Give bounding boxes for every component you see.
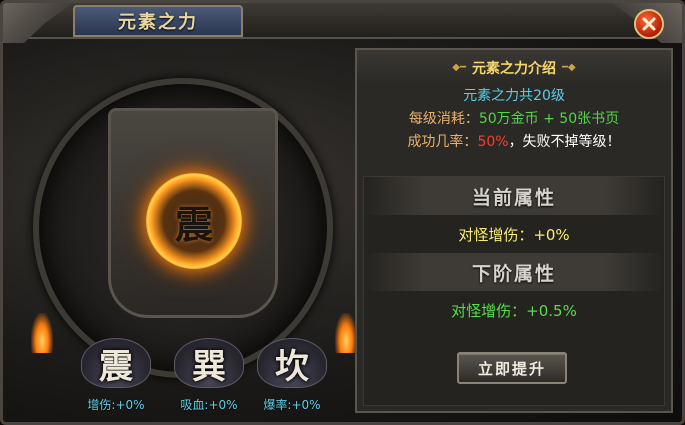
cost-label: 每级消耗：	[408, 111, 479, 127]
cost-value: 50万金币 + 50张书页	[478, 111, 620, 127]
element-emblem: 巽	[174, 338, 244, 388]
element-stat: 吸血:+0%	[180, 398, 238, 412]
element-slots: 震 增伤:+0% 巽 吸血:+0% 坎 爆率:+0%	[73, 338, 333, 418]
diamond-ornament-icon: ━◆	[562, 62, 576, 73]
active-element-glyph: 震	[174, 201, 213, 247]
intro-title: 元素之力介绍	[472, 60, 556, 77]
attribute-box: 当前属性 对怪增伤：+0% 下阶属性 对怪增伤：+0.5% 立即提升	[363, 176, 665, 406]
element-altar: 震 震 增伤:+0% 巽 吸血:+0% 坎 爆率:+0%	[13, 43, 357, 418]
element-glyph: 坎	[275, 346, 309, 387]
active-element-orb[interactable]: 震	[146, 173, 242, 269]
current-attr-header: 当前属性	[364, 177, 664, 215]
element-emblem: 震	[81, 338, 151, 388]
element-slot-kan[interactable]: 坎 爆率:+0%	[251, 338, 333, 418]
element-stat: 爆率:+0%	[263, 398, 321, 412]
next-attr-title: 下阶属性	[471, 262, 556, 285]
current-attr-value: 对怪增伤：+0%	[458, 225, 570, 244]
element-stat: 增伤:+0%	[87, 398, 145, 412]
upgrade-button[interactable]: 立即提升	[457, 352, 567, 384]
title-bar[interactable]: 元素之力	[3, 3, 682, 43]
cost-line: 每级消耗：50万金币 + 50张书页	[357, 108, 671, 131]
close-icon	[642, 17, 656, 31]
rate-label: 成功几率：	[407, 134, 478, 150]
current-attr-title: 当前属性	[471, 186, 556, 209]
intro-header: ◆━ 元素之力介绍 ━◆	[357, 50, 671, 85]
next-attr-header: 下阶属性	[364, 253, 664, 291]
next-attr-value: 对怪增伤：+0.5%	[451, 301, 577, 320]
element-glyph: 巽	[192, 346, 226, 387]
element-glyph: 震	[99, 346, 133, 387]
diamond-ornament-icon: ◆━	[452, 62, 466, 73]
dragon-ornament-left-icon	[3, 3, 73, 43]
element-slot-zhen[interactable]: 震 增伤:+0%	[75, 338, 157, 418]
title-tab: 元素之力	[73, 5, 243, 37]
rate-value: 50%	[477, 134, 509, 150]
element-power-window: 元素之力 震 震 增伤:+0% 巽 吸血:+0% 坎 爆率:+0% ◆━ 元素之…	[0, 0, 685, 425]
rate-line: 成功几率：50%，失败不掉等级！	[357, 131, 671, 154]
torch-flame-icon	[335, 313, 357, 353]
torch-flame-icon	[31, 313, 53, 353]
element-emblem: 坎	[257, 338, 327, 388]
window-title: 元素之力	[118, 12, 198, 33]
info-panel: ◆━ 元素之力介绍 ━◆ 元素之力共20级 每级消耗：50万金币 + 50张书页…	[355, 48, 673, 413]
levels-line: 元素之力共20级	[463, 88, 565, 104]
close-button[interactable]	[634, 9, 664, 39]
element-slot-xun[interactable]: 巽 吸血:+0%	[168, 338, 250, 418]
rate-suffix: ，失败不掉等级！	[508, 134, 621, 150]
